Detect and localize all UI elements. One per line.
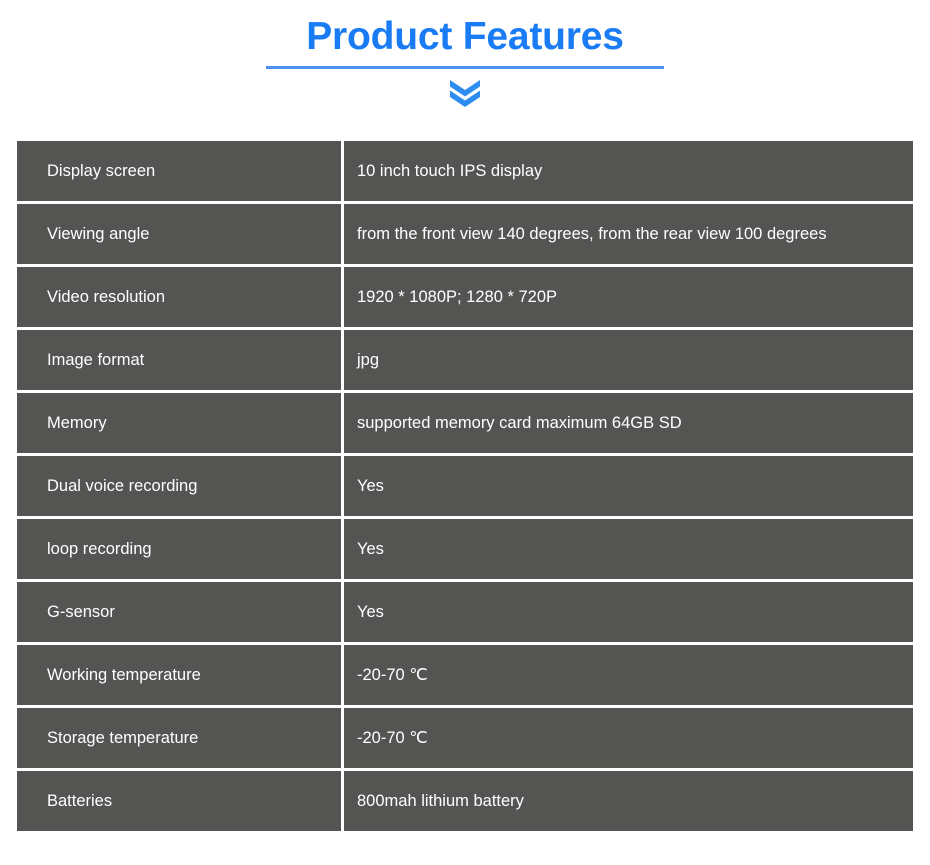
spec-label-cell: Dual voice recording: [17, 456, 344, 519]
spec-label-cell: Batteries: [17, 771, 344, 834]
spec-value-cell: 1920 * 1080P; 1280 * 720P: [344, 267, 913, 330]
spec-value-cell: 10 inch touch IPS display: [344, 141, 913, 204]
table-row: Dual voice recording Yes: [17, 456, 913, 519]
spec-value-cell: supported memory card maximum 64GB SD: [344, 393, 913, 456]
spec-value-cell: 800mah lithium battery: [344, 771, 913, 834]
table-row: Video resolution 1920 * 1080P; 1280 * 72…: [17, 267, 913, 330]
spec-value-cell: Yes: [344, 582, 913, 645]
spec-value-cell: jpg: [344, 330, 913, 393]
table-row: Viewing angle from the front view 140 de…: [17, 204, 913, 267]
spec-table-body: Display screen 10 inch touch IPS display…: [17, 141, 913, 834]
table-row: Working temperature -20-70 ℃: [17, 645, 913, 708]
spec-value-cell: -20-70 ℃: [344, 708, 913, 771]
table-row: Image format jpg: [17, 330, 913, 393]
spec-label-cell: Video resolution: [17, 267, 344, 330]
table-row: G-sensor Yes: [17, 582, 913, 645]
title-underline-divider: [266, 66, 664, 69]
page-header: Product Features: [0, 0, 930, 107]
table-row: Display screen 10 inch touch IPS display: [17, 141, 913, 204]
table-row: Batteries 800mah lithium battery: [17, 771, 913, 834]
spec-label-cell: Memory: [17, 393, 344, 456]
product-spec-table: Display screen 10 inch touch IPS display…: [17, 141, 913, 834]
spec-label-cell: loop recording: [17, 519, 344, 582]
spec-label-cell: Storage temperature: [17, 708, 344, 771]
table-row: Storage temperature -20-70 ℃: [17, 708, 913, 771]
spec-value-cell: Yes: [344, 456, 913, 519]
spec-value-cell: -20-70 ℃: [344, 645, 913, 708]
product-features-page: Product Features Display screen 10 inch …: [0, 0, 930, 865]
spec-value-cell: Yes: [344, 519, 913, 582]
spec-label-cell: Image format: [17, 330, 344, 393]
double-chevron-down-icon: [450, 80, 480, 107]
spec-label-cell: G-sensor: [17, 582, 344, 645]
table-row: Memory supported memory card maximum 64G…: [17, 393, 913, 456]
page-title: Product Features: [306, 15, 624, 58]
spec-label-cell: Working temperature: [17, 645, 344, 708]
table-row: loop recording Yes: [17, 519, 913, 582]
spec-label-cell: Viewing angle: [17, 204, 344, 267]
spec-value-cell: from the front view 140 degrees, from th…: [344, 204, 913, 267]
spec-label-cell: Display screen: [17, 141, 344, 204]
